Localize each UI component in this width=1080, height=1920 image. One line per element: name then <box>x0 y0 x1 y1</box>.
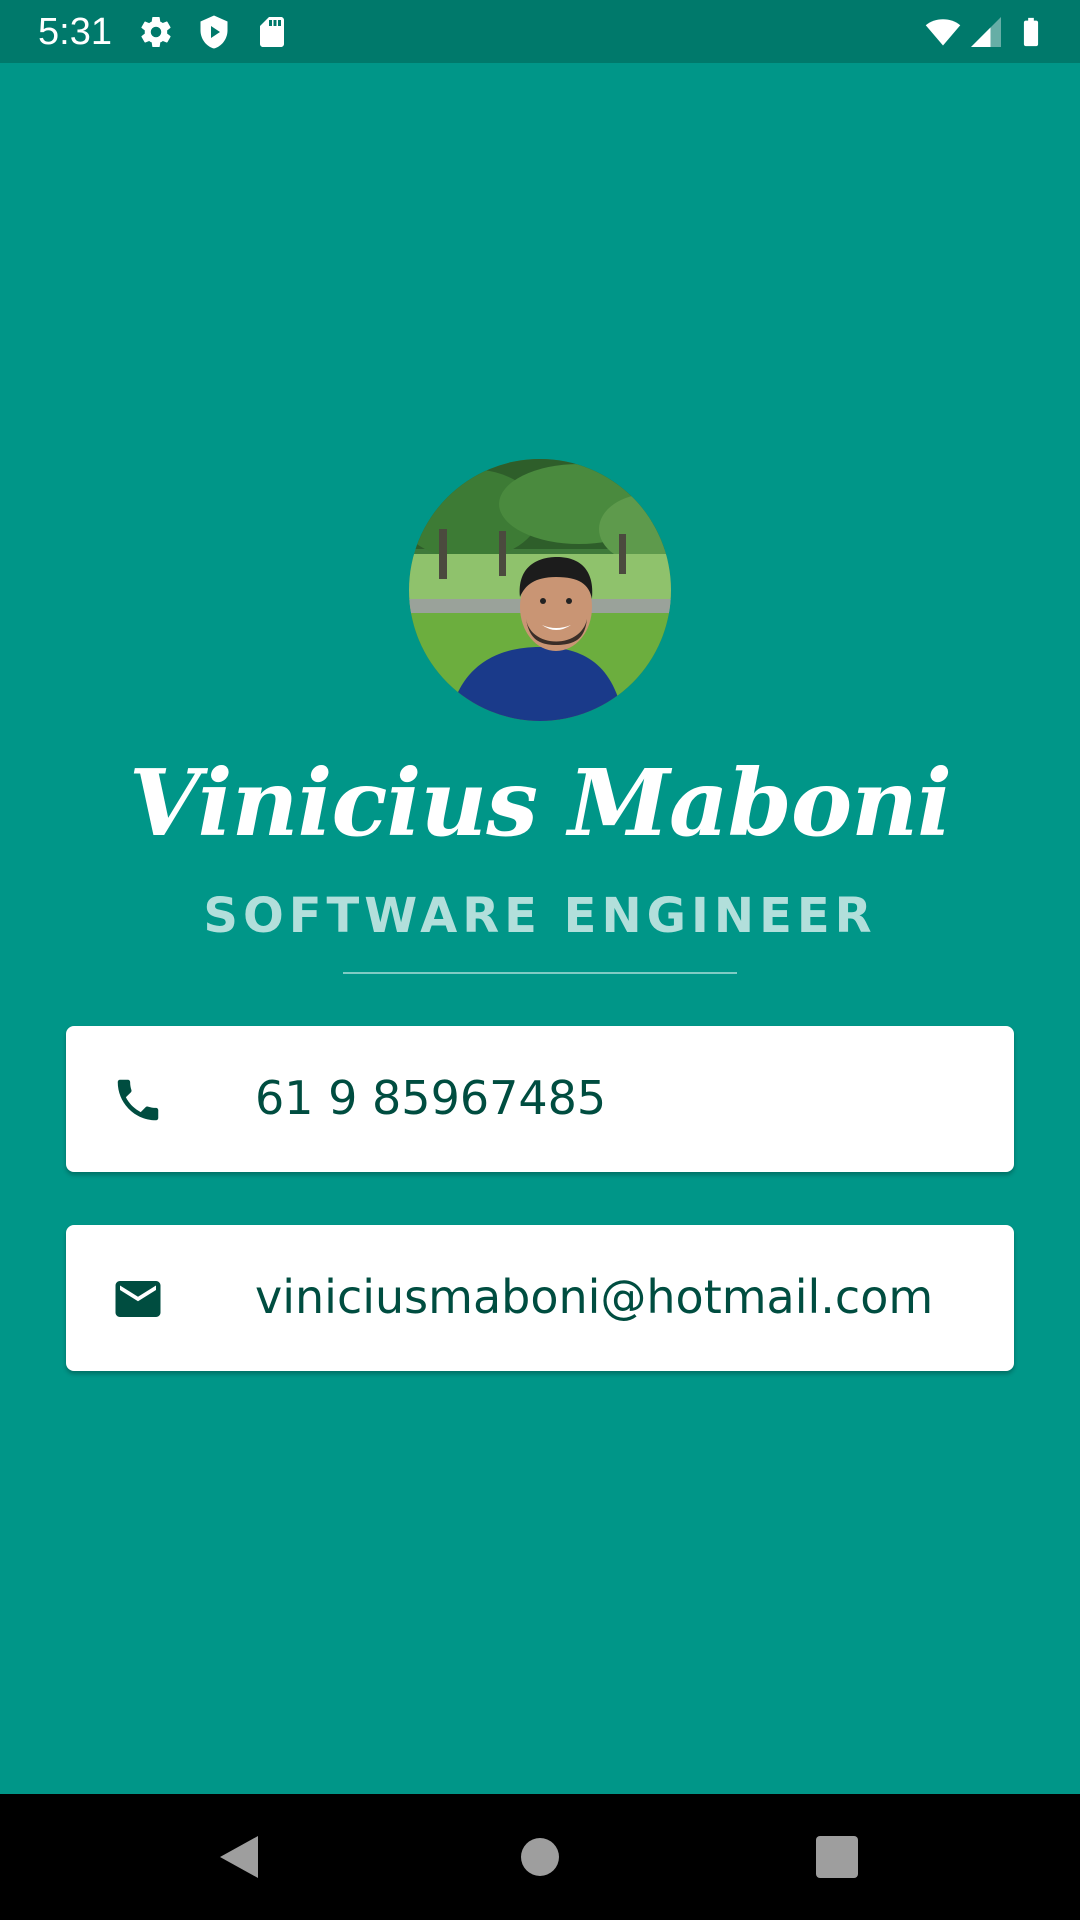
profile-name: Vinicius Maboni <box>128 749 952 857</box>
recents-icon[interactable] <box>810 1830 864 1884</box>
back-icon[interactable] <box>212 1830 266 1884</box>
app-screen: 5:31 Vinicius Maboni SOFTWARE ENGINEER 6… <box>0 0 1080 1920</box>
profile-avatar <box>409 459 671 721</box>
status-bar: 5:31 <box>0 0 1080 63</box>
navigation-bar <box>0 1794 1080 1920</box>
status-time: 5:31 <box>38 11 112 53</box>
settings-icon <box>138 14 174 50</box>
profile-photo <box>409 459 671 721</box>
phone-icon <box>111 1073 165 1127</box>
battery-icon <box>1014 14 1048 50</box>
email-card[interactable]: viniciusmaboni@hotmail.com <box>66 1225 1014 1371</box>
email-icon <box>111 1272 165 1326</box>
sd-card-icon <box>254 14 290 50</box>
phone-number: 61 9 85967485 <box>255 1071 607 1125</box>
phone-card[interactable]: 61 9 85967485 <box>66 1026 1014 1172</box>
divider <box>343 972 737 974</box>
wifi-icon <box>922 14 964 50</box>
home-icon[interactable] <box>513 1830 567 1884</box>
shield-play-icon <box>196 14 232 50</box>
email-address: viniciusmaboni@hotmail.com <box>255 1270 934 1324</box>
profile-title: SOFTWARE ENGINEER <box>203 888 877 944</box>
cell-signal-icon <box>968 14 1004 50</box>
